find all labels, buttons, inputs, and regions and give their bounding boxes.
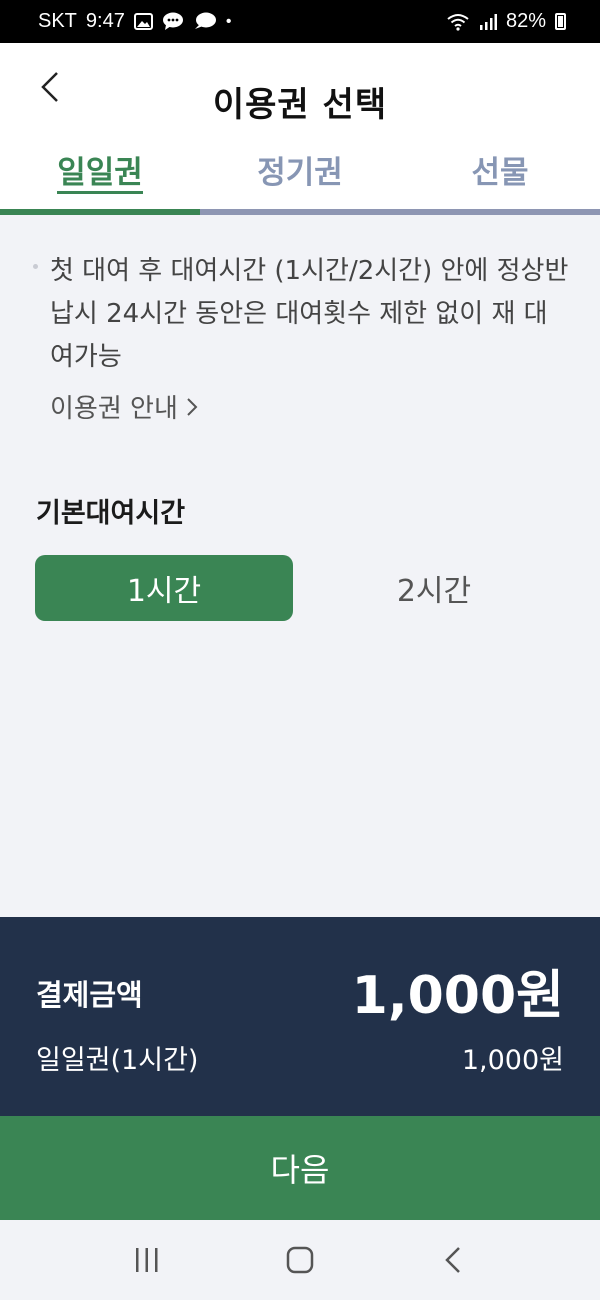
tab-gift-label: 선물 (471, 155, 529, 191)
recent-apps-icon (135, 1248, 158, 1272)
payment-item: 일일권(1시간) (36, 1045, 199, 1076)
notice-text: 첫 대여 후 대여시간 (1시간/2시간) 안에 정상반납시 24시간 동안은 … (50, 256, 569, 372)
clock: 9:47 (85, 10, 125, 32)
gallery-icon (133, 13, 153, 30)
next-button[interactable]: 다음 (0, 1116, 600, 1220)
guide-link-label: 이용권 안내 (50, 394, 178, 424)
home-icon (286, 1246, 314, 1274)
option-1-hour[interactable]: 1시간 (35, 555, 293, 621)
home-button[interactable] (270, 1230, 330, 1290)
status-bar: SKT 9:47 • 82% (0, 0, 600, 43)
option-2-hours[interactable]: 2시간 (305, 555, 563, 621)
tab-gift-indicator (400, 209, 600, 215)
recent-apps-button[interactable] (117, 1230, 177, 1290)
payment-total: 1,000원 (351, 966, 564, 1026)
notification-dot: • (225, 12, 232, 30)
carrier-label: SKT (38, 10, 77, 32)
tab-daily[interactable]: 일일권 (0, 139, 200, 215)
tab-gift[interactable]: 선물 (400, 139, 600, 215)
tab-daily-indicator (0, 209, 200, 215)
nav-back-button[interactable] (423, 1230, 483, 1290)
tab-daily-label: 일일권 (57, 155, 143, 194)
payment-item-price: 1,000원 (461, 1045, 564, 1076)
tab-season-indicator (200, 209, 400, 215)
battery-icon (555, 13, 566, 30)
tab-season[interactable]: 정기권 (200, 139, 400, 215)
battery-percent: 82% (505, 10, 546, 32)
wifi-icon (447, 13, 469, 31)
notice-bullet (33, 264, 38, 269)
header: 이용권 선택 일일권 정기권 선물 (0, 43, 600, 215)
payment-label: 결제금액 (36, 978, 143, 1012)
system-nav-bar (0, 1220, 600, 1300)
guide-link[interactable]: 이용권 안내 (50, 388, 198, 425)
payment-summary: 결제금액 1,000원 일일권(1시간) 1,000원 (0, 917, 600, 1116)
signal-icon (479, 13, 497, 30)
tab-bar: 일일권 정기권 선물 (0, 139, 600, 215)
message-icon (162, 12, 183, 30)
chevron-right-icon (187, 397, 198, 416)
rental-time-title: 기본대여시간 (36, 498, 186, 529)
page-title: 이용권 선택 (212, 85, 388, 125)
back-icon (445, 1247, 461, 1273)
talk-icon (194, 12, 216, 29)
tab-season-label: 정기권 (257, 155, 343, 191)
